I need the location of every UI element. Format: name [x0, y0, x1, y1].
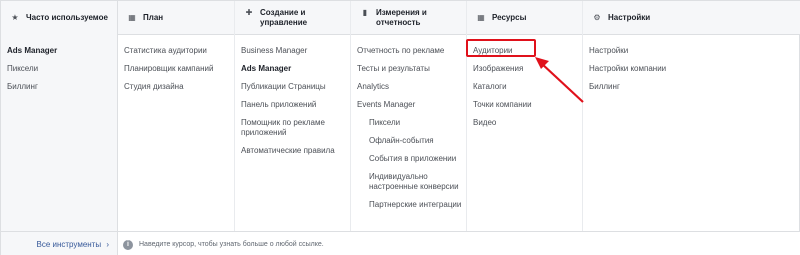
business-tools-menu: ★ Часто используемое Ads Manager Пиксели…	[0, 0, 800, 255]
annotation-arrow-icon	[535, 57, 584, 103]
